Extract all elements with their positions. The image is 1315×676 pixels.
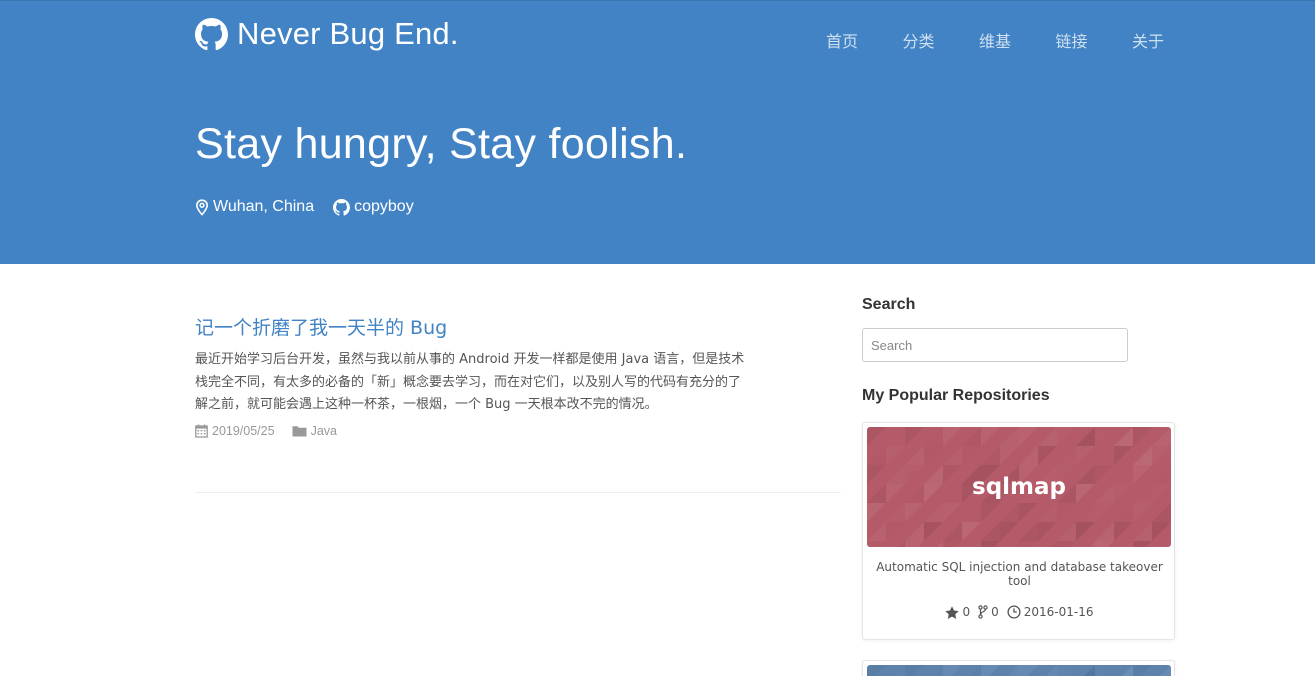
github-profile-link[interactable]: copyboy (333, 198, 414, 216)
hero-title: Stay hungry, Stay foolish. (195, 120, 688, 168)
calendar-icon (195, 424, 208, 438)
search-heading: Search (862, 296, 916, 313)
post-date-text: 2019/05/25 (212, 423, 275, 438)
repo-stars: 0 (945, 605, 970, 619)
repo-forks: 0 (978, 605, 999, 619)
post-category-link[interactable]: Java (311, 424, 337, 438)
nav-categories[interactable]: 分类 (903, 28, 980, 52)
site-header: Never Bug End. 首页 分类 维基 链接 关于 Stay hungr… (0, 0, 1315, 264)
location: Wuhan, China (195, 198, 314, 216)
repos-heading: My Popular Repositories (862, 387, 1050, 404)
map-marker-icon (195, 198, 209, 216)
repo-banner (867, 665, 1171, 676)
post-title-link[interactable]: 记一个折磨了我一天半的 Bug (195, 313, 755, 340)
github-username: copyboy (354, 198, 414, 215)
repo-updated-date: 2016-01-16 (1023, 605, 1094, 619)
sidebar: Search My Popular Repositories sqlmap Au… (862, 296, 1175, 676)
repo-description: Automatic SQL injection and database tak… (876, 560, 1163, 588)
repo-stats: 0 0 2016-01-16 (863, 605, 1176, 619)
post-item: 记一个折磨了我一天半的 Bug 最近开始学习后台开发，虽然与我以前从事的 And… (195, 313, 755, 438)
nav-about[interactable]: 关于 (1132, 28, 1209, 52)
repo-name: sqlmap (972, 474, 1066, 500)
folder-icon (292, 425, 307, 436)
repo-forks-count: 0 (991, 605, 999, 619)
nav-links[interactable]: 链接 (1056, 28, 1133, 52)
github-icon (333, 198, 351, 216)
nav-wiki[interactable]: 维基 (979, 28, 1056, 52)
repo-banner: sqlmap (867, 427, 1171, 547)
repo-card[interactable]: sqlmap Automatic SQL injection and datab… (862, 422, 1175, 640)
search-input[interactable] (862, 328, 1128, 362)
header-top-border (0, 0, 1315, 1)
github-icon (195, 17, 228, 51)
star-icon (945, 605, 960, 619)
post-divider (195, 492, 841, 493)
repo-updated: 2016-01-16 (1007, 605, 1094, 619)
nav-home[interactable]: 首页 (826, 28, 903, 52)
clock-icon (1007, 605, 1021, 619)
fork-icon (978, 605, 988, 619)
post-excerpt: 最近开始学习后台开发，虽然与我以前从事的 Android 开发一样都是使用 Ja… (195, 352, 745, 412)
site-brand-link[interactable]: Never Bug End. (195, 16, 459, 52)
repo-card[interactable] (862, 660, 1175, 676)
location-text: Wuhan, China (213, 198, 315, 215)
hero-meta: Wuhan, China copyboy (195, 198, 414, 216)
repo-stars-count: 0 (962, 605, 971, 619)
post-category: Java (292, 424, 337, 438)
post-date: 2019/05/25 (195, 424, 275, 438)
site-title: Never Bug End. (237, 16, 459, 51)
post-meta: 2019/05/25 Java (195, 424, 755, 438)
main-nav: 首页 分类 维基 链接 关于 (826, 28, 1209, 52)
